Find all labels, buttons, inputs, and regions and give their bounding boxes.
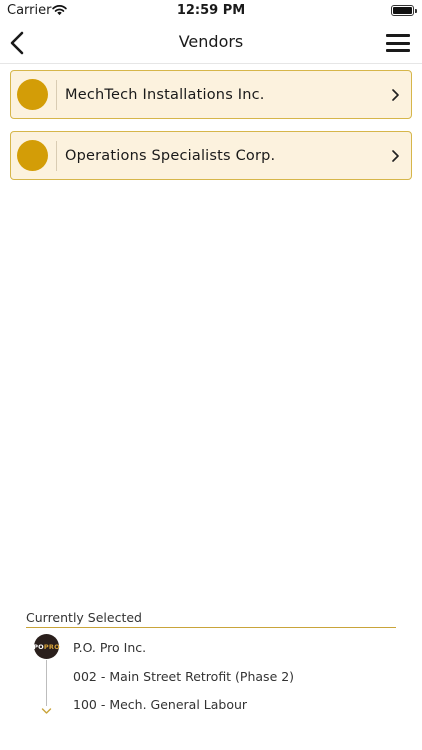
logo-text: PRO [43,642,60,651]
vendor-item[interactable]: MechTech Installations Inc. [10,70,412,119]
timeline-connector [46,660,47,706]
chevron-right-icon [392,88,399,101]
menu-button[interactable] [386,32,410,54]
selected-company: P.O. Pro Inc. [73,640,147,655]
vendor-name: Operations Specialists Corp. [65,147,276,164]
currently-selected-panel: Currently Selected POPRO P.O. Pro Inc. 0… [26,610,396,714]
company-logo: POPRO [33,634,60,659]
hamburger-icon-bar [386,41,410,45]
chevron-right-icon [392,149,399,162]
vendor-item[interactable]: Operations Specialists Corp. [10,131,412,180]
vendor-divider [56,79,57,110]
selected-cost-code: 100 - Mech. General Labour [73,697,248,712]
hamburger-icon-bar [386,34,410,37]
vendor-avatar [17,79,48,110]
status-bar: Carrier 12:59 PM [0,0,422,22]
navigation-bar: Vendors [0,22,422,64]
clock: 12:59 PM [176,3,246,18]
logo-text: PO [33,642,44,651]
vendor-list: MechTech Installations Inc. Operations S… [10,70,412,192]
vendor-divider [56,140,57,171]
chevron-down-icon[interactable] [41,707,52,715]
section-header: Currently Selected [26,610,396,628]
vendor-name: MechTech Installations Inc. [65,86,265,103]
battery-icon [391,5,417,16]
page-title: Vendors [178,32,244,51]
vendor-avatar [17,140,48,171]
hamburger-icon-bar [386,49,410,52]
selected-project: 002 - Main Street Retrofit (Phase 2) [73,669,295,684]
